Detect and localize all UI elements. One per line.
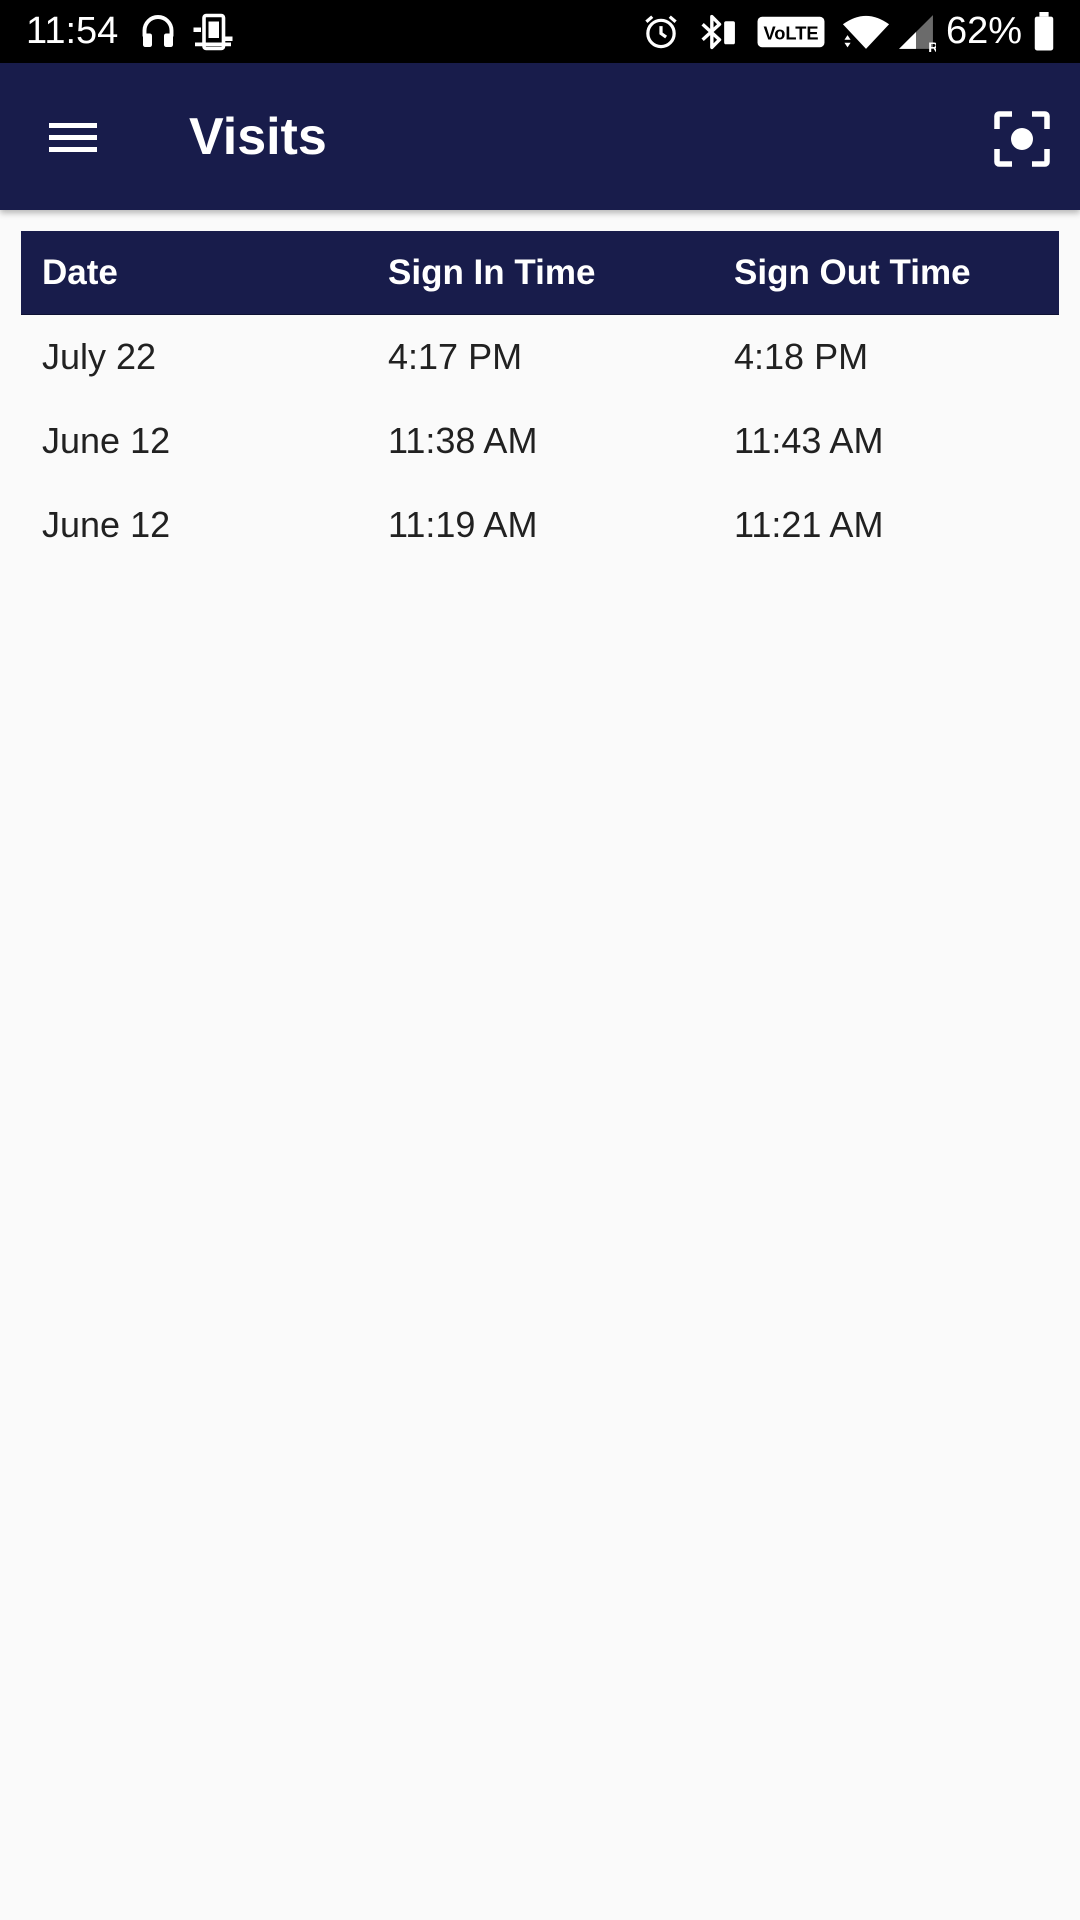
scan-focus-icon	[994, 111, 1050, 167]
status-time: 11:54	[26, 10, 119, 52]
row-sign-out-time: 11:43 AM	[734, 420, 884, 461]
wifi-icon	[842, 15, 890, 49]
menu-button[interactable]	[38, 105, 108, 169]
row-sign-in-time: 4:17 PM	[388, 336, 523, 377]
battery-percent: 62%	[945, 10, 1022, 52]
visits-table: Date Sign In Time Sign Out Time July 22 …	[21, 231, 1059, 567]
alarm-icon	[645, 15, 677, 49]
screen-mirror-icon	[193, 13, 233, 51]
row-sign-out-time: 11:21 AM	[734, 504, 884, 545]
hamburger-menu-icon	[49, 123, 97, 152]
row-date: July 22	[42, 336, 157, 377]
volte-icon: VoLTE	[757, 16, 825, 48]
roaming-label: R	[928, 39, 936, 52]
headphones-icon	[142, 15, 174, 47]
table-row[interactable]: June 12 11:19 AM 11:21 AM	[21, 483, 1059, 567]
row-date: June 12	[42, 504, 171, 545]
table-row[interactable]: June 12 11:38 AM 11:43 AM	[21, 399, 1059, 483]
status-bar: 11:54 VoLTE R 62%	[0, 0, 1080, 63]
column-header-date: Date	[42, 252, 118, 292]
battery-icon	[1034, 12, 1054, 51]
table-row[interactable]: July 22 4:17 PM 4:18 PM	[21, 315, 1059, 399]
cell-signal-icon: R	[899, 15, 936, 52]
column-header-sign-in: Sign In Time	[388, 252, 596, 292]
page-title: Visits	[189, 108, 327, 166]
row-date: June 12	[42, 420, 171, 461]
row-sign-in-time: 11:38 AM	[388, 420, 538, 461]
volte-label: VoLTE	[763, 23, 818, 44]
bluetooth-icon	[701, 14, 735, 50]
table-header: Date Sign In Time Sign Out Time	[21, 231, 1059, 315]
app-bar: Visits	[0, 63, 1080, 210]
column-header-sign-out: Sign Out Time	[734, 252, 971, 292]
scan-button[interactable]	[990, 107, 1054, 171]
row-sign-out-time: 4:18 PM	[734, 336, 869, 377]
row-sign-in-time: 11:19 AM	[388, 504, 538, 545]
